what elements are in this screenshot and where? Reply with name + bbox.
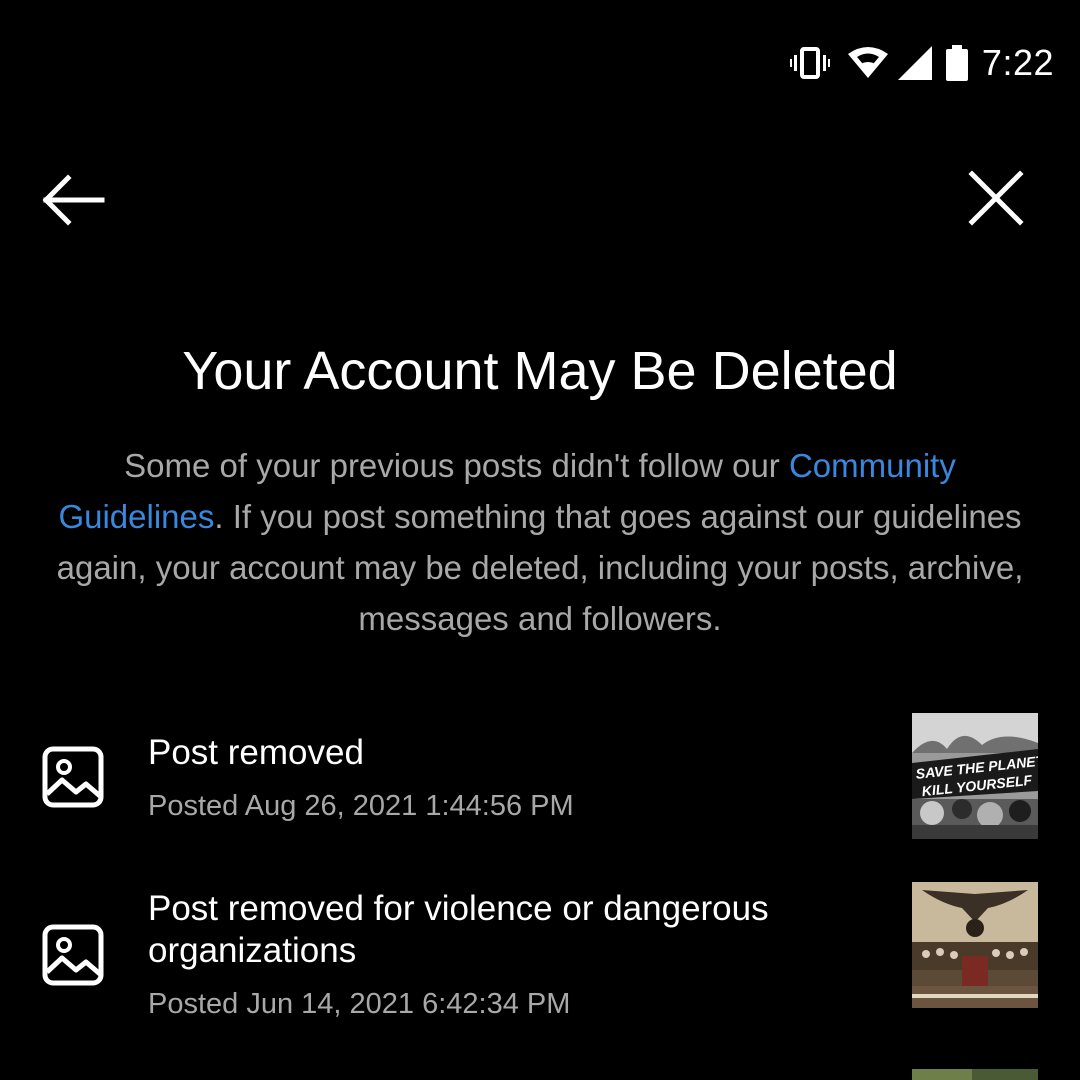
image-icon [42,746,104,808]
page-title: Your Account May Be Deleted [182,341,898,401]
back-button[interactable] [40,172,106,228]
wifi-icon [847,46,888,80]
cellular-signal-icon [897,46,932,80]
post-thumbnail[interactable]: SAVE THE PLANET KILL YOURSELF [912,713,1038,839]
removed-post-item[interactable]: Post removed for violence or dangerous o… [0,870,1080,1040]
image-icon [42,924,104,986]
removed-post-title: Post removed for violence or dangerous o… [148,889,769,970]
status-bar: 7:22 [789,38,1054,88]
removed-post-date: Posted Aug 26, 2021 1:44:56 PM [148,790,574,822]
warning-description: Some of your previous posts didn't follo… [40,440,1040,644]
back-arrow-icon [42,174,105,226]
status-time: 7:22 [981,42,1054,83]
post-thumbnail[interactable] [912,882,1038,1008]
close-button[interactable] [966,168,1026,228]
removed-post-date: Posted Jun 14, 2021 6:42:34 PM [148,988,571,1020]
removed-post-title: Post removed [148,733,364,772]
description-text-before: Some of your previous posts didn't follo… [124,447,789,484]
post-thumbnail[interactable] [912,1068,1038,1080]
battery-icon [945,45,968,81]
close-icon [968,170,1024,226]
removed-post-item[interactable]: Post removed Posted Aug 26, 2021 1:44:56… [0,700,1080,860]
vibrate-icon [789,45,830,81]
